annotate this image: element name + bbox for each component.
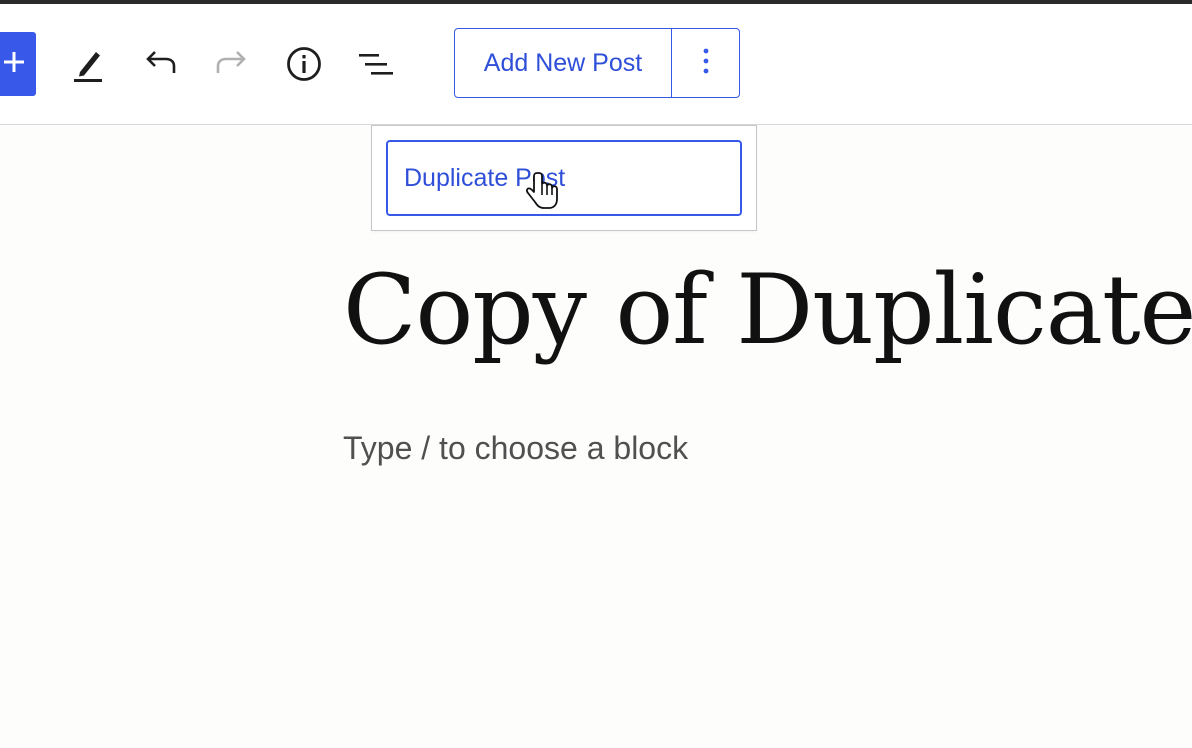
undo-button[interactable] [140, 44, 180, 84]
editor-toolbar: Add New Post [0, 4, 1192, 125]
more-options-button[interactable] [672, 29, 739, 97]
block-inserter-button[interactable] [0, 32, 36, 96]
list-view-icon [357, 49, 395, 79]
pencil-icon [70, 45, 106, 83]
info-icon [286, 46, 322, 82]
plus-icon [1, 49, 27, 80]
duplicate-post-menu-item[interactable]: Duplicate Post [386, 140, 742, 216]
editor-screen: Add New Post Duplicate Post Copy of Dupl… [0, 0, 1192, 748]
details-button[interactable] [284, 44, 324, 84]
redo-button[interactable] [212, 44, 252, 84]
more-vertical-icon [702, 47, 710, 80]
undo-icon [142, 49, 178, 79]
more-options-dropdown: Duplicate Post [371, 125, 757, 231]
post-title[interactable]: Copy of Duplicate New [343, 257, 1192, 364]
add-new-post-button[interactable]: Add New Post [455, 29, 672, 97]
redo-icon [214, 49, 250, 79]
list-view-button[interactable] [356, 44, 396, 84]
block-appender-placeholder[interactable]: Type / to choose a block [343, 430, 688, 467]
add-new-post-split-button: Add New Post [454, 28, 740, 98]
tools-button[interactable] [68, 44, 108, 84]
